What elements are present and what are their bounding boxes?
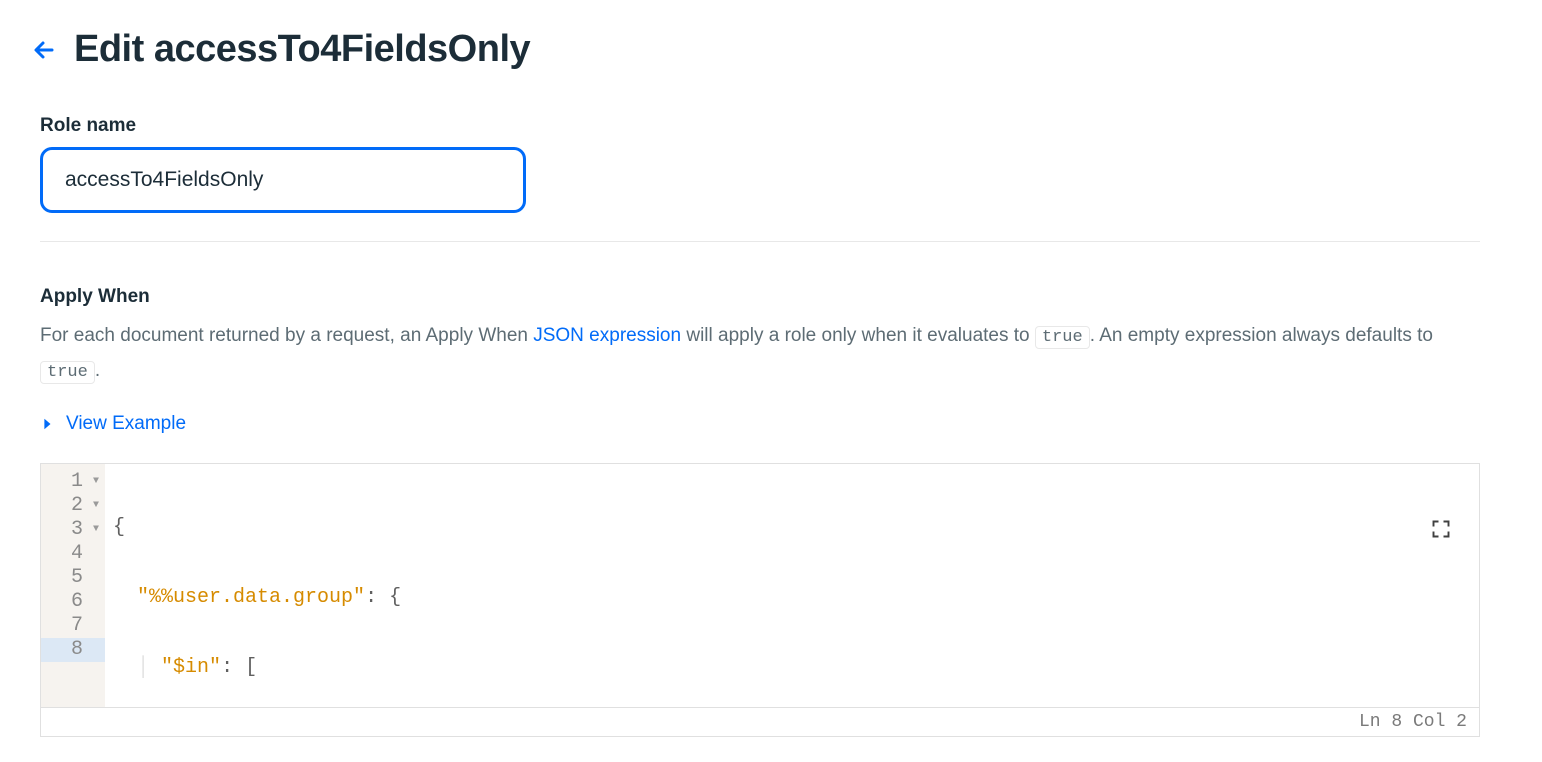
gutter-num: 6 [71, 590, 83, 614]
chevron-right-icon [40, 417, 54, 431]
apply-when-text-mid: will apply a role only when it evaluates… [681, 325, 1035, 346]
apply-when-description: For each document returned by a request,… [40, 318, 1480, 389]
view-example-label: View Example [66, 413, 186, 435]
code-token: "%%user.data.group" [137, 586, 365, 609]
divider [40, 241, 1480, 242]
page-header: Edit accessTo4FieldsOnly [32, 28, 1510, 71]
code-token: : { [365, 586, 401, 609]
gutter-num: 8 [71, 638, 83, 662]
expand-icon[interactable] [1287, 496, 1451, 569]
page-title: Edit accessTo4FieldsOnly [74, 28, 530, 71]
true-code-1: true [1035, 326, 1090, 349]
view-example-toggle[interactable]: View Example [40, 413, 186, 435]
editor-gutter: 1▼ 2▼ 3▼ 4 5 6 7 8 [41, 464, 105, 707]
gutter-num: 2 [71, 494, 83, 518]
gutter-num: 4 [71, 542, 83, 566]
gutter-num: 3 [71, 518, 83, 542]
apply-when-text-pre: For each document returned by a request,… [40, 325, 533, 346]
apply-when-text-mid2: . An empty expression always defaults to [1090, 325, 1433, 346]
editor-code-area[interactable]: { "%%user.data.group": { │ "$in": [ │ │ … [105, 464, 1479, 707]
role-name-input[interactable] [40, 147, 526, 213]
editor-status-bar: Ln 8 Col 2 [41, 707, 1479, 736]
apply-when-text-end: . [95, 360, 100, 381]
json-expression-link[interactable]: JSON expression [533, 325, 681, 346]
role-name-label: Role name [40, 115, 1480, 137]
back-arrow-icon[interactable] [32, 38, 56, 62]
gutter-num: 1 [71, 470, 83, 494]
code-token: : [ [221, 656, 257, 679]
code-token: { [113, 516, 125, 539]
true-code-2: true [40, 361, 95, 384]
gutter-num: 7 [71, 614, 83, 638]
gutter-num: 5 [71, 566, 83, 590]
code-editor[interactable]: 1▼ 2▼ 3▼ 4 5 6 7 8 { "%%user.data.group"… [40, 463, 1480, 737]
apply-when-title: Apply When [40, 286, 1480, 308]
code-token: "$in" [161, 656, 221, 679]
